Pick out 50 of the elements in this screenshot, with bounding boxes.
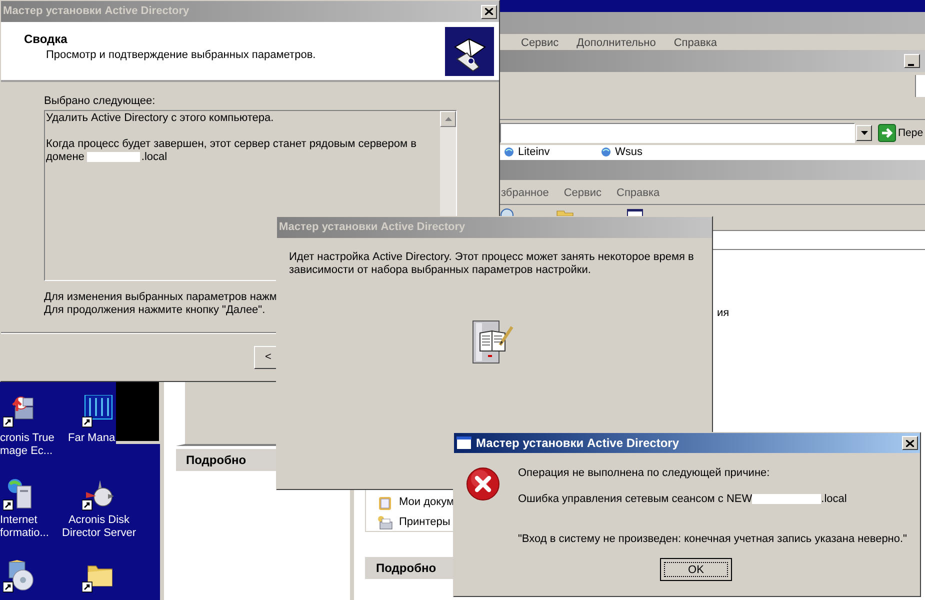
details-header[interactable]: Подробно	[365, 557, 455, 579]
wizard-subheading: Просмотр и подтверждение выбранных параметров.	[45, 48, 316, 62]
menu-item[interactable]: Сервис	[521, 37, 559, 50]
text-fragment: ия	[717, 307, 730, 320]
close-button[interactable]	[481, 4, 497, 18]
menu-item[interactable]: Дополнительно	[576, 37, 656, 50]
server-book-icon	[472, 319, 514, 365]
menu-item[interactable]: збранное	[501, 187, 549, 204]
close-button[interactable]	[902, 436, 918, 450]
globe-icon	[504, 147, 514, 157]
minimize-button[interactable]	[904, 54, 920, 68]
address-field[interactable]	[712, 230, 925, 250]
progress-message: Идет настройка Active Directory. Этот процесс может занять некоторое время в зависимости от набора выбранных параметров настройки.	[288, 250, 695, 277]
link[interactable]: Liteinv	[518, 146, 550, 158]
dropdown-button[interactable]	[856, 125, 872, 141]
scrollbar[interactable]	[440, 111, 456, 219]
globe-icon	[601, 147, 611, 157]
message-text: Операция не выполнена по следующей причине:	[518, 467, 771, 480]
ok-button[interactable]: OK	[660, 558, 732, 581]
menu-item[interactable]: Справка	[674, 37, 717, 50]
menu-item[interactable]: Справка	[616, 187, 660, 204]
caret-icon	[860, 131, 868, 135]
window-title: Мастер установки Active Directory	[3, 5, 190, 18]
icon-label[interactable]: cronis True mage Ec...	[0, 432, 60, 458]
menu-item[interactable]: Сервис	[564, 187, 602, 204]
message-text: Ошибка управления сетевым сеансом с NEW .local	[518, 493, 848, 506]
window-title: Мастер установки Active Directory	[476, 436, 680, 450]
link[interactable]: Wsus	[615, 146, 642, 158]
task-link[interactable]: Мои докум	[399, 496, 454, 509]
input-field[interactable]	[915, 75, 925, 97]
view-icon	[627, 209, 643, 216]
summary-text: Когда процесс будет завершен, этот сервер станет рядовым сервером в домене .local	[46, 138, 418, 164]
caret-icon	[444, 117, 452, 121]
address-field[interactable]	[500, 123, 855, 143]
window-icon	[456, 436, 472, 450]
close-icon	[906, 440, 914, 446]
summary-text: Удалить Active Directory с этого компьютера.	[46, 112, 275, 125]
error-icon	[466, 467, 500, 501]
window-title: Мастер установки Active Directory	[279, 221, 466, 234]
message-text: "Вход в систему не произведен: конечная учетная запись указана неверно."	[518, 533, 907, 546]
task-link[interactable]: Принтеры	[399, 516, 450, 529]
minimize-icon	[908, 64, 914, 66]
list-label: Выбрано следующее:	[44, 95, 156, 108]
instruction-text: Для изменения выбранных параметров нажм Для продолжения нажмите кнопку "Далее".	[44, 291, 278, 317]
scroll-up-button[interactable]	[440, 111, 456, 127]
close-icon	[485, 8, 493, 15]
go-button[interactable]: Пере	[898, 127, 924, 140]
wizard-heading: Сводка	[24, 32, 68, 46]
icon-label[interactable]: Far Mana	[68, 432, 115, 445]
arrow-right-icon	[878, 124, 896, 142]
